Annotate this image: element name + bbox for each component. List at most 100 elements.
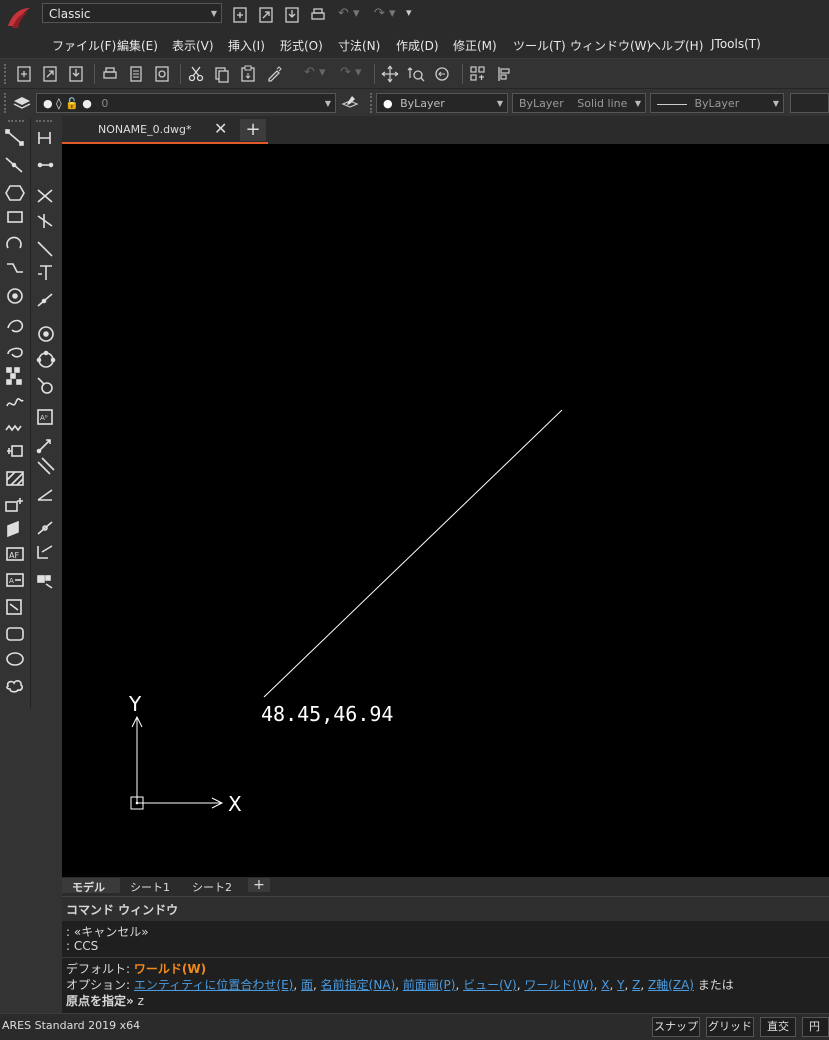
option-previous[interactable]: 前面画(P) bbox=[403, 978, 456, 992]
make-layer-current-icon[interactable] bbox=[340, 93, 360, 113]
new-file-icon[interactable] bbox=[230, 5, 250, 25]
polyline-icon bbox=[7, 263, 23, 273]
drawn-line[interactable] bbox=[263, 409, 563, 698]
color-select[interactable]: ● ByLayer ▼ bbox=[376, 93, 508, 113]
color-value: ByLayer bbox=[400, 97, 445, 110]
spring-icon bbox=[5, 424, 22, 432]
ortho-toggle[interactable]: 直交 bbox=[760, 1017, 796, 1037]
add-sheet-button[interactable]: + bbox=[248, 878, 270, 892]
separator bbox=[374, 64, 375, 84]
command-window-title: コマンド ウィンドウ bbox=[66, 903, 179, 917]
print-icon[interactable] bbox=[100, 64, 120, 84]
chamfer-icon bbox=[38, 265, 52, 280]
command-input[interactable]: z bbox=[134, 994, 144, 1008]
menu-help[interactable]: ヘルプ(H) bbox=[649, 37, 703, 54]
layer-on-icon: ● bbox=[43, 97, 53, 110]
layer-select[interactable]: ● ◊ 🔓 ● 0 ▼ bbox=[36, 93, 336, 113]
status-bar: ARES Standard 2019 x64 スナップ グリッド 直交 円形 bbox=[0, 1013, 829, 1040]
color-swatch-icon: ● bbox=[383, 97, 393, 110]
undo-icon[interactable]: ↶ ▾ bbox=[304, 65, 326, 80]
toolbar-grip[interactable] bbox=[4, 64, 8, 84]
menu-insert[interactable]: 挿入(I) bbox=[228, 37, 265, 54]
options-suffix: または bbox=[693, 978, 734, 992]
toolbar-grip[interactable] bbox=[4, 93, 8, 113]
offset-icon bbox=[37, 457, 55, 475]
multiline-text-icon: A bbox=[6, 573, 24, 587]
menu-format[interactable]: 形式(O) bbox=[280, 37, 323, 54]
menu-modify[interactable]: 修正(M) bbox=[453, 37, 497, 54]
layers-manager-icon[interactable] bbox=[12, 93, 32, 113]
document-tab[interactable]: NONAME_0.dwg* ✕ bbox=[62, 116, 268, 144]
linetype-value: ByLayer bbox=[519, 97, 564, 110]
paste-icon[interactable] bbox=[238, 64, 258, 84]
option-x[interactable]: X bbox=[601, 978, 609, 992]
chevron-down-icon: ▼ bbox=[634, 99, 641, 108]
drawing-canvas[interactable]: 48.45,46.94 Y X bbox=[62, 144, 829, 877]
ucs-icon bbox=[130, 715, 224, 810]
option-z[interactable]: Z bbox=[632, 978, 640, 992]
option-view[interactable]: ビュー(V) bbox=[463, 978, 517, 992]
command-prompt-line[interactable]: 原点を指定» z bbox=[66, 992, 144, 1009]
print-preview-icon[interactable] bbox=[126, 64, 146, 84]
save-icon[interactable] bbox=[66, 64, 86, 84]
command-window[interactable]: : «キャンセル» : CCS デフォルト: ワールド(W) オプション: エン… bbox=[62, 921, 829, 1013]
separator bbox=[94, 64, 95, 84]
sheet-tab-model[interactable]: モデル bbox=[62, 878, 120, 894]
linetype-select[interactable]: ByLayer Solid line ▼ bbox=[512, 93, 646, 113]
polar-toggle[interactable]: 円形 bbox=[802, 1017, 829, 1037]
draw-modify-toolbars: AF A A⁰ bbox=[0, 116, 62, 1016]
option-entity[interactable]: エンティティに位置合わせ(E) bbox=[134, 978, 294, 992]
menu-draw[interactable]: 作成(D) bbox=[396, 37, 439, 54]
sheet-tab-2[interactable]: シート2 bbox=[182, 878, 242, 894]
default-value[interactable]: ワールド(W) bbox=[134, 962, 206, 976]
workspace-select[interactable]: Classic ▼ bbox=[42, 3, 222, 23]
svg-text:A⁰: A⁰ bbox=[40, 414, 48, 422]
page-setup-icon[interactable] bbox=[152, 64, 172, 84]
new-tab-button[interactable]: + bbox=[240, 119, 266, 141]
option-y[interactable]: Y bbox=[617, 978, 624, 992]
menu-tools[interactable]: ツール(T) bbox=[513, 37, 566, 54]
option-zaxis[interactable]: Z軸(ZA) bbox=[648, 978, 694, 992]
coordinate-text[interactable]: 48.45,46.94 bbox=[261, 702, 393, 726]
save-icon[interactable] bbox=[282, 5, 302, 25]
close-icon[interactable]: ✕ bbox=[214, 119, 227, 138]
menu-jtools[interactable]: JTools(T) bbox=[711, 37, 761, 51]
block-icon bbox=[7, 445, 23, 457]
lineweight-select[interactable]: ByLayer ▼ bbox=[650, 93, 784, 113]
table-icon bbox=[6, 599, 22, 615]
option-face[interactable]: 面 bbox=[301, 978, 313, 992]
dimension-aligned-icon bbox=[37, 162, 54, 168]
chevron-down-icon: ▼ bbox=[324, 99, 331, 108]
sheet-tab-1[interactable]: シート1 bbox=[120, 878, 180, 894]
properties-icon[interactable] bbox=[468, 64, 488, 84]
new-file-icon[interactable] bbox=[14, 64, 34, 84]
menu-view[interactable]: 表示(V) bbox=[172, 37, 214, 54]
print-icon[interactable] bbox=[308, 5, 328, 25]
grid-toggle[interactable]: グリッド bbox=[706, 1017, 754, 1037]
divider bbox=[62, 957, 829, 958]
undo-icon[interactable]: ↶ ▾ bbox=[338, 6, 360, 21]
toolbar-grip[interactable] bbox=[370, 93, 374, 113]
app-logo-icon[interactable] bbox=[4, 4, 32, 32]
menu-window[interactable]: ウィンドウ(W) bbox=[570, 37, 651, 54]
cut-icon[interactable] bbox=[186, 64, 206, 84]
open-file-icon[interactable] bbox=[40, 64, 60, 84]
option-named[interactable]: 名前指定(NA) bbox=[321, 978, 396, 992]
menu-dimension[interactable]: 寸法(N) bbox=[338, 37, 380, 54]
redo-icon[interactable]: ↷ ▾ bbox=[340, 65, 362, 80]
open-file-icon[interactable] bbox=[256, 5, 276, 25]
customize-toolbar-icon[interactable]: ▾ bbox=[406, 6, 412, 19]
zoom-previous-icon[interactable] bbox=[432, 64, 452, 84]
align-icon[interactable] bbox=[494, 64, 514, 84]
title-bar: Classic ▼ ↶ ▾ ↷ ▾ ▾ bbox=[0, 0, 829, 30]
menu-file[interactable]: ファイル(F) bbox=[52, 37, 116, 54]
snap-toggle[interactable]: スナップ bbox=[652, 1017, 700, 1037]
zoom-realtime-icon[interactable] bbox=[406, 64, 426, 84]
match-properties-icon[interactable] bbox=[264, 64, 284, 84]
redo-icon[interactable]: ↷ ▾ bbox=[374, 6, 396, 21]
menu-edit[interactable]: 編集(E) bbox=[117, 37, 158, 54]
pan-icon[interactable] bbox=[380, 64, 400, 84]
copy-icon[interactable] bbox=[212, 64, 232, 84]
option-world[interactable]: ワールド(W) bbox=[524, 978, 593, 992]
plotstyle-select[interactable] bbox=[790, 93, 829, 113]
